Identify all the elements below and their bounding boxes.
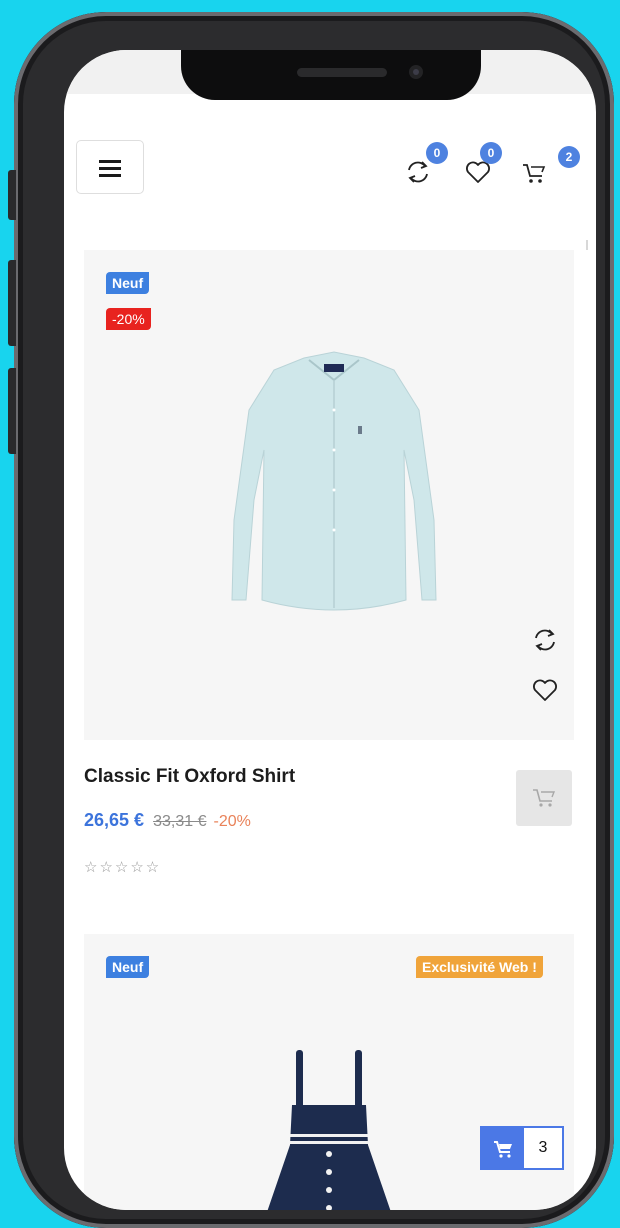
floating-cart-button[interactable]: 3 bbox=[480, 1126, 564, 1170]
cart-icon bbox=[523, 164, 546, 183]
phone-frame: 0 0 2 Neuf -20% Classic Fit Oxford Shirt… bbox=[8, 12, 614, 1228]
price-row: 26,65 € 33,31 € -20% bbox=[84, 810, 251, 831]
menu-icon-bar bbox=[99, 160, 121, 163]
mute-switch bbox=[8, 170, 16, 220]
compare-count-badge: 0 bbox=[426, 142, 448, 164]
volume-up-button bbox=[8, 260, 16, 346]
new-tag: Neuf bbox=[106, 272, 150, 294]
floating-cart-icon-area bbox=[482, 1128, 524, 1168]
product-title[interactable]: Classic Fit Oxford Shirt bbox=[84, 766, 295, 788]
speaker bbox=[297, 68, 387, 77]
notch bbox=[181, 50, 481, 100]
rating-stars: ☆☆☆☆☆ bbox=[84, 859, 162, 876]
cart-icon bbox=[494, 1141, 512, 1158]
new-tag: Neuf bbox=[106, 956, 150, 978]
floating-cart-count: 3 bbox=[538, 1139, 548, 1156]
add-to-cart-button[interactable] bbox=[516, 770, 572, 826]
wishlist-count-badge: 0 bbox=[480, 142, 502, 164]
discount-label: -20% bbox=[213, 813, 251, 830]
discount-tag: -20% bbox=[106, 308, 151, 330]
product-image-container[interactable]: Neuf -20% bbox=[84, 250, 574, 740]
old-price: 33,31 € bbox=[153, 813, 207, 830]
scrollbar[interactable] bbox=[586, 240, 588, 250]
web-exclusive-tag: Exclusivité Web ! bbox=[416, 956, 543, 978]
cart-icon bbox=[533, 789, 556, 807]
phone-screen: 0 0 2 Neuf -20% Classic Fit Oxford Shirt… bbox=[64, 50, 596, 1210]
dress-image bbox=[267, 1050, 391, 1210]
menu-icon-bar bbox=[99, 167, 121, 170]
cart-button[interactable]: 2 bbox=[520, 146, 580, 186]
current-price: 26,65 € bbox=[84, 810, 145, 830]
cart-count-badge: 2 bbox=[558, 146, 580, 168]
compare-button[interactable]: 0 bbox=[404, 142, 448, 186]
compare-icon[interactable] bbox=[530, 625, 560, 655]
shirt-image bbox=[231, 351, 437, 611]
volume-down-button bbox=[8, 368, 16, 454]
heart-icon[interactable] bbox=[530, 675, 560, 705]
front-camera bbox=[409, 65, 423, 79]
compare-icon bbox=[408, 161, 428, 183]
wishlist-button[interactable]: 0 bbox=[464, 142, 502, 186]
menu-button[interactable] bbox=[76, 140, 144, 194]
menu-icon-bar bbox=[99, 174, 121, 177]
